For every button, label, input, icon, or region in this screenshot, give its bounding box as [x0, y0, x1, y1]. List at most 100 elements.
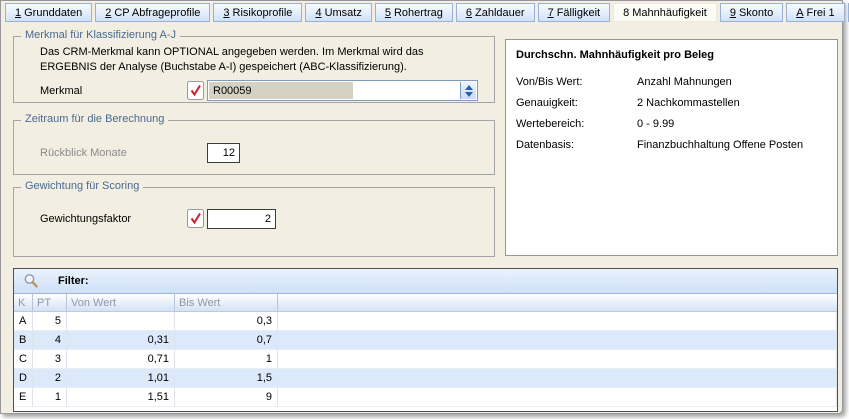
grid-cell: 4	[33, 331, 67, 349]
tab-mahnh-ufigkeit[interactable]: 8Mahnhäufigkeit	[613, 3, 717, 22]
gewichtungsfaktor-label: Gewichtungsfaktor	[40, 213, 187, 225]
grid-cell	[278, 369, 837, 387]
magnifier-icon[interactable]	[23, 273, 39, 289]
grid-header: KPTVon WertBis Wert	[14, 294, 837, 312]
grid-cell	[67, 312, 175, 330]
merkmal-row: Merkmal R00059	[40, 80, 480, 101]
info-row-value: Anzahl Mahnungen	[637, 76, 829, 88]
merkmal-combo-input[interactable]: R00059	[207, 80, 478, 101]
tab-label: Skonto	[739, 7, 773, 19]
grid-header-k[interactable]: K	[14, 294, 33, 311]
info-row-value: 2 Nachkommastellen	[637, 97, 829, 109]
groupbox-zeitraum-title: Zeitraum für die Berechnung	[21, 113, 168, 125]
grid-cell: 0,31	[67, 331, 175, 349]
info-row: Datenbasis:Finanzbuchhaltung Offene Post…	[516, 134, 829, 155]
tab-label: Mahnhäufigkeit	[632, 7, 707, 19]
spinner-updown-icon[interactable]	[460, 82, 476, 99]
info-panel: Durchschn. Mahnhäufigkeit pro Beleg Von/…	[505, 39, 838, 256]
grid-header-von-wert[interactable]: Von Wert	[67, 294, 175, 311]
grid-row-d[interactable]: D21,011,5	[14, 369, 837, 388]
merkmal-combo-value: R00059	[209, 82, 353, 99]
modified-checkbox-icon[interactable]	[187, 81, 205, 101]
info-row-label: Wertebereich:	[516, 118, 637, 130]
grid-cell: 5	[33, 312, 67, 330]
app-window: 1Grunddaten2CP Abfrageprofile3Risikoprof…	[0, 0, 843, 414]
tab-rohertrag[interactable]: 5Rohertrag	[375, 3, 453, 22]
grid-row-b[interactable]: B40,310,7	[14, 331, 837, 350]
grid-header-bis-wert[interactable]: Bis Wert	[175, 294, 278, 311]
tab-label: Frei 1	[807, 7, 835, 19]
rueckblick-monate-label: Rückblick Monate	[40, 147, 207, 159]
tab-shortcut-key: 5	[385, 7, 391, 19]
tab-skonto[interactable]: 9Skonto	[720, 3, 783, 22]
tab-label: Risikoprofile	[233, 7, 293, 19]
grid-cell	[278, 312, 837, 330]
rueckblick-monate-input[interactable]	[207, 143, 240, 163]
tab-shortcut-key: 1	[15, 7, 21, 19]
tab-frei-1[interactable]: A Frei 1	[786, 3, 844, 22]
merkmal-description: Das CRM-Merkmal kann OPTIONAL angegeben …	[40, 45, 478, 75]
tab-zahldauer[interactable]: 6Zahldauer	[456, 3, 535, 22]
tab-label: Zahldauer	[475, 7, 525, 19]
spinner-down-icon[interactable]	[465, 92, 473, 97]
groupbox-merkmal: Merkmal für Klassifizierung A-J Das CRM-…	[13, 36, 495, 103]
tab-risikoprofile[interactable]: 3 Risikoprofile	[213, 3, 302, 22]
tab-cp-abfrageprofile[interactable]: 2CP Abfrageprofile	[95, 3, 210, 22]
tab-grunddaten[interactable]: 1Grunddaten	[5, 3, 92, 22]
grid-header-filler	[278, 294, 837, 311]
tab-bar: 1Grunddaten2CP Abfrageprofile3Risikoprof…	[5, 3, 849, 22]
rueckblick-row: Rückblick Monate	[40, 143, 480, 163]
tab-shortcut-key: A	[796, 7, 803, 19]
modified-checkbox-icon[interactable]	[187, 209, 205, 229]
gewichtungsfaktor-row: Gewichtungsfaktor	[40, 209, 480, 229]
grid-cell: B	[14, 331, 33, 349]
tab-label: Grunddaten	[24, 7, 82, 19]
tab-shortcut-key: 9	[730, 7, 736, 19]
grid-cell: 1	[175, 350, 278, 368]
grid-cell: D	[14, 369, 33, 387]
info-row: Wertebereich:0 - 9.99	[516, 113, 829, 134]
grid-row-c[interactable]: C30,711	[14, 350, 837, 369]
merkmal-label: Merkmal	[40, 85, 187, 97]
info-row: Genauigkeit:2 Nachkommastellen	[516, 92, 829, 113]
groupbox-gewichtung: Gewichtung für Scoring Gewichtungsfaktor	[13, 187, 495, 257]
tab-umsatz[interactable]: 4 Umsatz	[305, 3, 371, 22]
tab-f-lligkeit[interactable]: 7Fälligkeit	[538, 3, 611, 22]
groupbox-zeitraum: Zeitraum für die Berechnung Rückblick Mo…	[13, 120, 495, 175]
grid-cell	[278, 388, 837, 406]
tab-label: Fälligkeit	[557, 7, 600, 19]
info-rows: Von/Bis Wert:Anzahl MahnungenGenauigkeit…	[516, 71, 829, 155]
info-row-label: Genauigkeit:	[516, 97, 637, 109]
grid-cell: A	[14, 312, 33, 330]
gewichtungsfaktor-input[interactable]	[207, 209, 276, 229]
grid-cell: 9	[175, 388, 278, 406]
info-row-label: Von/Bis Wert:	[516, 76, 637, 88]
tab-shortcut-key: 4	[315, 7, 321, 19]
grid-row-a[interactable]: A50,3	[14, 312, 837, 331]
grid-cell: 1	[33, 388, 67, 406]
info-row-value: 0 - 9.99	[637, 118, 829, 130]
spinner-up-icon[interactable]	[465, 85, 473, 90]
grid-header-pt[interactable]: PT	[33, 294, 67, 311]
grid-cell: E	[14, 388, 33, 406]
info-row-label: Datenbasis:	[516, 139, 637, 151]
grid-cell: 2	[33, 369, 67, 387]
filter-bar[interactable]: Filter:	[14, 269, 837, 294]
grid-cell: 1,51	[67, 388, 175, 406]
grid-body: A50,3B40,310,7C30,711D21,011,5E11,519	[14, 312, 837, 407]
info-row-value: Finanzbuchhaltung Offene Posten	[637, 139, 829, 151]
tab-label: CP Abfrageprofile	[114, 7, 200, 19]
grid-cell	[278, 331, 837, 349]
tab-shortcut-key: 7	[548, 7, 554, 19]
tab-label: Rohertrag	[394, 7, 443, 19]
grid-row-e[interactable]: E11,519	[14, 388, 837, 407]
tab-shortcut-key: 3	[223, 7, 229, 19]
tab-label: Umsatz	[325, 7, 362, 19]
tab-shortcut-key: 6	[466, 7, 472, 19]
filter-label: Filter:	[58, 275, 89, 287]
info-panel-title: Durchschn. Mahnhäufigkeit pro Beleg	[516, 49, 714, 61]
grid-cell: 3	[33, 350, 67, 368]
grid-cell: 0,71	[67, 350, 175, 368]
classification-grid-panel: Filter: KPTVon WertBis Wert A50,3B40,310…	[13, 268, 838, 412]
grid-cell	[278, 350, 837, 368]
